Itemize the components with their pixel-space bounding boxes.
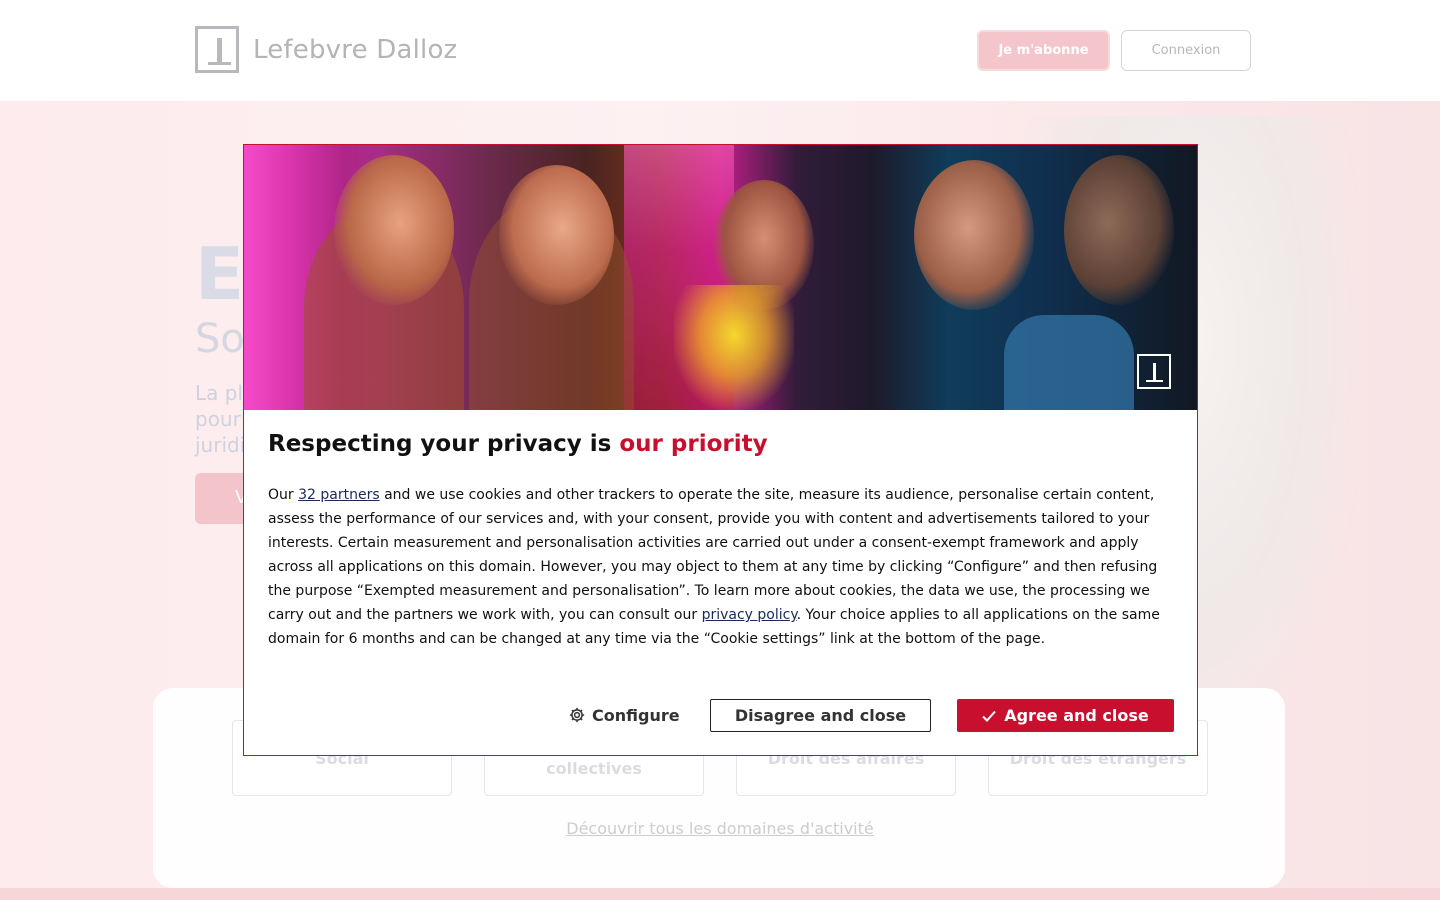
login-button[interactable]: Connexion xyxy=(1121,30,1251,71)
configure-label: Configure xyxy=(592,705,680,725)
partners-link[interactable]: 32 partners xyxy=(298,487,380,503)
disagree-and-close-button[interactable]: Disagree and close xyxy=(710,699,931,732)
discover-domains-link[interactable]: Découvrir tous les domaines d'activité xyxy=(0,819,1440,838)
configure-button[interactable]: Configure xyxy=(568,699,680,731)
bottom-strip xyxy=(0,888,1440,900)
agree-and-close-button[interactable]: Agree and close xyxy=(957,699,1174,732)
body-text-part: and we use cookies and other trackers to… xyxy=(268,487,1158,623)
domain-card-label: collectives xyxy=(546,759,642,778)
hero-title: E xyxy=(195,232,245,316)
modal-title: Respecting your privacy is our priority xyxy=(268,431,768,457)
modal-banner-photo xyxy=(244,145,1197,410)
photo-logo-icon xyxy=(1137,354,1171,389)
body-text-part: Our xyxy=(268,487,299,503)
agree-label: Agree and close xyxy=(1004,706,1149,725)
privacy-policy-link[interactable]: privacy policy xyxy=(702,607,797,623)
modal-body-text: Our 32 partners and we use cookies and o… xyxy=(268,483,1168,651)
subscribe-button[interactable]: Je m'abonne xyxy=(977,30,1110,71)
modal-title-accent: our priority xyxy=(619,431,768,457)
hero-subtitle: So xyxy=(195,316,245,362)
logo-text: Lefebvre Dalloz xyxy=(253,34,458,65)
lefebvre-dalloz-logo[interactable]: Lefebvre Dalloz xyxy=(195,26,457,73)
logo-mark-icon xyxy=(195,26,239,73)
gear-icon xyxy=(569,707,585,723)
cookie-consent-modal: Respecting your privacy is our priority … xyxy=(243,144,1198,756)
check-icon xyxy=(982,710,996,722)
site-header: Lefebvre Dalloz Je m'abonne Connexion xyxy=(0,0,1440,101)
modal-title-main: Respecting your privacy is xyxy=(268,431,620,457)
